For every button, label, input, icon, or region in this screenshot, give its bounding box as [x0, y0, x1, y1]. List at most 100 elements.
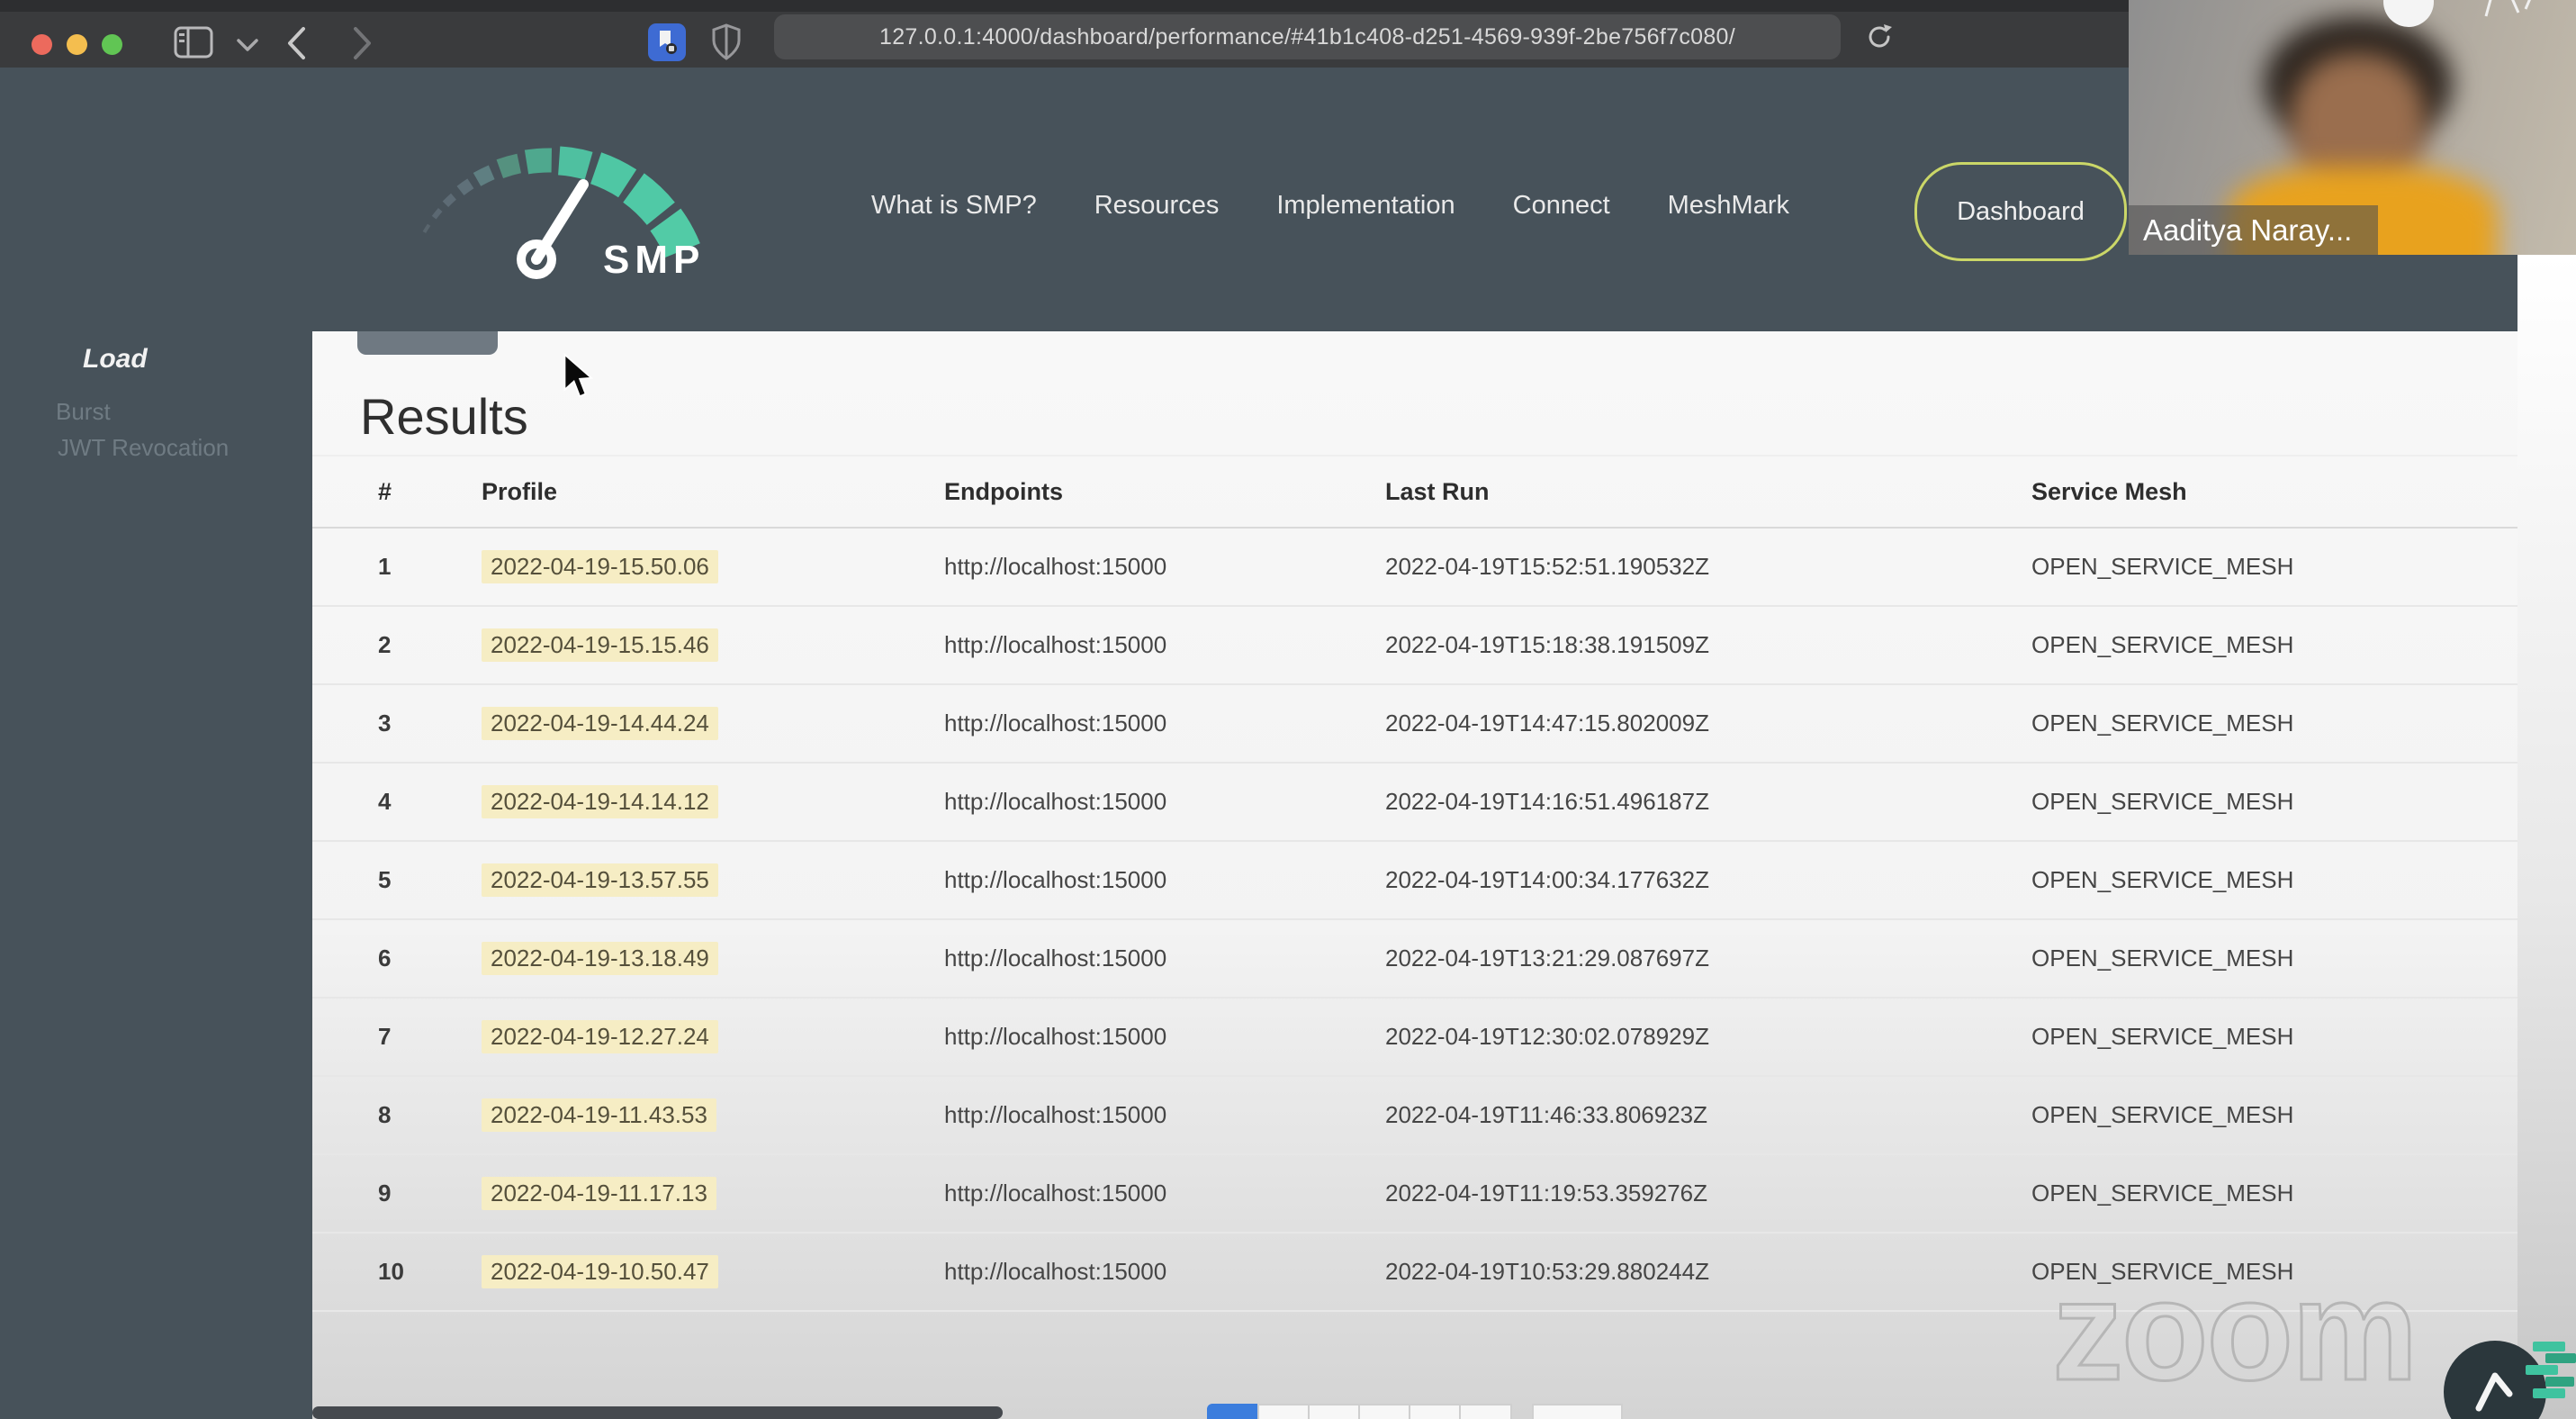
profile-cell[interactable]: 2022-04-19-10.50.47 [482, 1255, 944, 1288]
row-number: 2 [378, 631, 392, 658]
nav-implementation[interactable]: Implementation [1276, 191, 1455, 221]
endpoint-cell: http://localhost:15000 [944, 631, 1167, 658]
table-row[interactable]: 9 2022-04-19-11.17.13 http://localhost:1… [312, 1155, 2517, 1234]
profile-highlighted-text: 2022-04-19-14.44.24 [482, 707, 718, 740]
profile-cell[interactable]: 2022-04-19-15.50.06 [482, 550, 944, 583]
sidebar-toggle-icon[interactable] [173, 25, 216, 59]
results-title: Results [360, 388, 528, 445]
svg-text:SMP: SMP [603, 238, 705, 282]
profile-highlighted-text: 2022-04-19-15.15.46 [482, 628, 718, 662]
forward-button[interactable] [351, 25, 374, 61]
row-number: 3 [378, 710, 392, 737]
service-mesh-cell: OPEN_SERVICE_MESH [2031, 631, 2294, 658]
close-window-button[interactable] [32, 34, 52, 55]
service-mesh-cell: OPEN_SERVICE_MESH [2031, 710, 2294, 737]
page-button-272[interactable]: 272 [1458, 1404, 1512, 1419]
row-number: 10 [378, 1258, 404, 1285]
smp-speedometer-logo[interactable]: SMP [378, 124, 765, 282]
service-mesh-cell: OPEN_SERVICE_MESH [2031, 944, 2294, 972]
last-run-cell: 2022-04-19T11:46:33.806923Z [1385, 1101, 1708, 1128]
table-row[interactable]: 3 2022-04-19-14.44.24 http://localhost:1… [312, 685, 2517, 764]
sidebar-item-burst[interactable]: Burst [56, 398, 111, 426]
service-mesh-cell: OPEN_SERVICE_MESH [2031, 788, 2294, 815]
results-table-body: 1 2022-04-19-15.50.06 http://localhost:1… [312, 529, 2517, 1312]
fullscreen-window-button[interactable] [102, 34, 122, 55]
password-extension-icon[interactable] [648, 23, 686, 61]
col-header-profile: Profile [482, 477, 558, 505]
table-row[interactable]: 6 2022-04-19-13.18.49 http://localhost:1… [312, 920, 2517, 999]
endpoint-cell: http://localhost:15000 [944, 944, 1167, 972]
reload-icon[interactable] [1864, 22, 1895, 52]
last-run-cell: 2022-04-19T14:47:15.802009Z [1385, 710, 1709, 737]
endpoint-cell: http://localhost:15000 [944, 1179, 1167, 1207]
last-run-cell: 2022-04-19T12:30:02.078929Z [1385, 1023, 1709, 1050]
last-run-cell: 2022-04-19T13:21:29.087697Z [1385, 944, 1709, 972]
table-header-row: # Profile Endpoints Last Run Service Mes… [312, 455, 2517, 529]
row-number: 9 [378, 1179, 392, 1207]
endpoint-cell: http://localhost:15000 [944, 553, 1167, 580]
page-button-1[interactable]: 1 [1206, 1404, 1259, 1419]
table-row[interactable]: 7 2022-04-19-12.27.24 http://localhost:1… [312, 999, 2517, 1077]
nav-resources[interactable]: Resources [1094, 191, 1220, 221]
profile-highlighted-text: 2022-04-19-12.27.24 [482, 1020, 718, 1053]
mouse-cursor [563, 353, 594, 398]
participant-name-label: Aaditya Naray... [2129, 205, 2378, 255]
profile-cell[interactable]: 2022-04-19-11.43.53 [482, 1098, 944, 1132]
table-row[interactable]: 2 2022-04-19-15.15.46 http://localhost:1… [312, 607, 2517, 685]
minimize-window-button[interactable] [67, 34, 87, 55]
screen: 127.0.0.1:4000/dashboard/performance/#41… [0, 0, 2576, 1419]
nav-connect[interactable]: Connect [1513, 191, 1610, 221]
profile-highlighted-text: 2022-04-19-11.43.53 [482, 1098, 716, 1132]
profile-highlighted-text: 2022-04-19-11.17.13 [482, 1177, 716, 1210]
service-mesh-cell: OPEN_SERVICE_MESH [2031, 866, 2294, 893]
smp-floating-badge-icon[interactable] [2436, 1336, 2576, 1419]
col-header-last-run: Last Run [1385, 477, 1490, 505]
main-nav: What is SMP? Resources Implementation Co… [871, 191, 1789, 221]
nav-what-is-smp[interactable]: What is SMP? [871, 191, 1037, 221]
profile-cell[interactable]: 2022-04-19-14.44.24 [482, 707, 944, 740]
address-bar[interactable]: 127.0.0.1:4000/dashboard/performance/#41… [774, 14, 1892, 59]
row-number: 5 [378, 866, 392, 893]
next-page-button[interactable]: Next [1531, 1404, 1624, 1419]
profile-highlighted-text: 2022-04-19-13.57.55 [482, 863, 718, 897]
row-number: 4 [378, 788, 392, 815]
profile-cell[interactable]: 2022-04-19-12.27.24 [482, 1020, 944, 1053]
webcam-video-tile[interactable]: Aaditya Naray... [2129, 0, 2576, 255]
endpoint-cell: http://localhost:15000 [944, 1258, 1167, 1285]
profile-highlighted-text: 2022-04-19-10.50.47 [482, 1255, 718, 1288]
service-mesh-cell: OPEN_SERVICE_MESH [2031, 553, 2294, 580]
page-button-3[interactable]: 3 [1307, 1404, 1360, 1419]
sidebar-item-load[interactable]: Load [83, 344, 148, 375]
endpoint-cell: http://localhost:15000 [944, 1101, 1167, 1128]
last-run-cell: 2022-04-19T15:52:51.190532Z [1385, 553, 1709, 580]
profile-cell[interactable]: 2022-04-19-13.57.55 [482, 863, 944, 897]
card-top-tab[interactable] [357, 331, 498, 355]
page-button-4[interactable]: 4 [1357, 1404, 1410, 1419]
profile-cell[interactable]: 2022-04-19-13.18.49 [482, 942, 944, 975]
layered-s-logo [2526, 1342, 2576, 1398]
sidebar-item-jwt-revocation[interactable]: JWT Revocation [58, 434, 229, 462]
row-number: 1 [378, 553, 392, 580]
table-row[interactable]: 8 2022-04-19-11.43.53 http://localhost:1… [312, 1077, 2517, 1155]
privacy-shield-icon[interactable] [709, 23, 743, 62]
browser-scrollbar-track[interactable] [2517, 255, 2576, 1419]
back-button[interactable] [284, 25, 308, 61]
row-number: 7 [378, 1023, 392, 1050]
page-button-…[interactable]: … [1408, 1404, 1461, 1419]
table-row[interactable]: 5 2022-04-19-13.57.55 http://localhost:1… [312, 842, 2517, 920]
page-button-2[interactable]: 2 [1256, 1404, 1310, 1419]
clipped-overlay-scribble [2484, 0, 2531, 17]
profile-cell[interactable]: 2022-04-19-14.14.12 [482, 785, 944, 818]
table-row[interactable]: 4 2022-04-19-14.14.12 http://localhost:1… [312, 764, 2517, 842]
nav-meshmark[interactable]: MeshMark [1668, 191, 1789, 221]
table-row[interactable]: 1 2022-04-19-15.50.06 http://localhost:1… [312, 529, 2517, 607]
nav-dashboard-button[interactable]: Dashboard [1914, 162, 2127, 261]
last-run-cell: 2022-04-19T10:53:29.880244Z [1385, 1258, 1709, 1285]
profile-cell[interactable]: 2022-04-19-11.17.13 [482, 1177, 944, 1210]
chevron-down-icon[interactable] [236, 38, 259, 52]
profile-highlighted-text: 2022-04-19-15.50.06 [482, 550, 718, 583]
horizontal-scrollbar-thumb[interactable] [312, 1406, 1003, 1419]
url-text: 127.0.0.1:4000/dashboard/performance/#41… [878, 23, 1735, 50]
profile-cell[interactable]: 2022-04-19-15.15.46 [482, 628, 944, 662]
endpoint-cell: http://localhost:15000 [944, 866, 1167, 893]
